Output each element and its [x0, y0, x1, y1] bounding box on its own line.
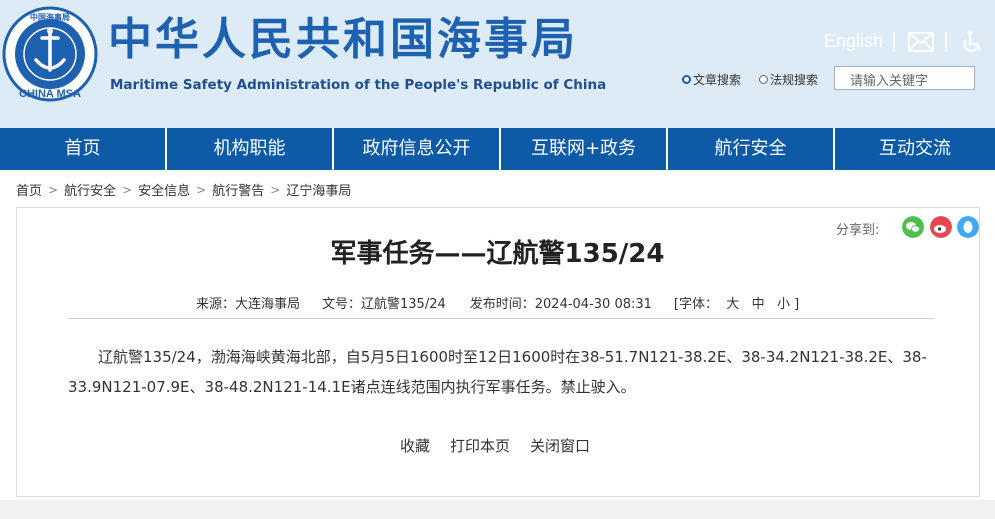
chevron-right-icon: > — [196, 182, 207, 197]
search-input[interactable]: 请输入关键字 — [834, 66, 975, 90]
nav-internet-gov[interactable]: 互联网+政务 — [501, 128, 668, 170]
article-source: 来源：大连海事局 — [196, 297, 301, 312]
article-paragraph: 辽航警135/24，渤海海峡黄海北部，自5月5日1600时至12日1600时在3… — [68, 348, 927, 396]
breadcrumb-item[interactable]: 航行安全 — [64, 180, 116, 199]
close-window-button[interactable]: 关闭窗口 — [530, 435, 590, 456]
chevron-right-icon: > — [122, 182, 133, 197]
site-header: 中国海事局 CHINA MSA 中华人民共和国海事局 Maritime Safe… — [0, 0, 995, 128]
divider — [945, 31, 947, 51]
divider — [68, 318, 934, 319]
footer-strip — [0, 500, 995, 519]
breadcrumb-item[interactable]: 航行警告 — [212, 180, 264, 199]
divider — [893, 31, 895, 51]
nav-interaction[interactable]: 互动交流 — [835, 128, 995, 170]
article-body: 辽航警135/24，渤海海峡黄海北部，自5月5日1600时至12日1600时在3… — [68, 342, 948, 402]
site-title-en: Maritime Safety Administration of the Pe… — [110, 77, 607, 93]
article-publish-time: 发布时间：2024-04-30 08:31 — [469, 297, 652, 312]
search-option-label: 文章搜索 — [693, 73, 742, 87]
breadcrumb-item[interactable]: 安全信息 — [138, 180, 190, 199]
breadcrumb-item[interactable]: 辽宁海事局 — [286, 180, 351, 199]
radio-icon[interactable] — [759, 75, 768, 84]
article-meta: 来源：大连海事局 文号：辽航警135/24 发布时间：2024-04-30 08… — [196, 293, 799, 312]
nav-gov-info[interactable]: 政府信息公开 — [334, 128, 501, 170]
article-actions: 收藏 打印本页 关闭窗口 — [400, 435, 610, 456]
chevron-right-icon: > — [270, 182, 281, 197]
search-option-article[interactable]: 文章搜索 — [682, 71, 741, 88]
chevron-right-icon: > — [48, 182, 59, 197]
site-title-cn: 中华人民共和国海事局 — [108, 14, 578, 65]
font-size-control[interactable]: [字体： 大 中 小 ] — [674, 293, 799, 312]
english-link[interactable]: English — [824, 31, 883, 52]
main-nav: 首页 机构职能 政府信息公开 互联网+政务 航行安全 互动交流 — [0, 128, 995, 170]
nav-home[interactable]: 首页 — [0, 128, 167, 170]
favorite-button[interactable]: 收藏 — [400, 435, 430, 456]
breadcrumb-item[interactable]: 首页 — [16, 180, 42, 199]
logo-top-text: 中国海事局 — [30, 12, 70, 22]
search-option-label: 法规搜索 — [770, 73, 819, 87]
logo-text: CHINA MSA — [19, 88, 81, 100]
radio-icon[interactable] — [682, 75, 691, 84]
print-button[interactable]: 打印本页 — [450, 435, 510, 456]
breadcrumb: 首页 > 航行安全 > 安全信息 > 航行警告 > 辽宁海事局 — [16, 180, 351, 200]
nav-navigation-safety[interactable]: 航行安全 — [668, 128, 835, 170]
article-title: 军事任务——辽航警135/24 — [330, 239, 665, 269]
search-option-law[interactable]: 法规搜索 — [759, 71, 818, 88]
article-doc-no: 文号：辽航警135/24 — [322, 297, 446, 312]
msa-logo[interactable]: 中国海事局 CHINA MSA — [2, 6, 98, 102]
mail-icon[interactable] — [908, 32, 934, 52]
accessibility-icon[interactable] — [960, 30, 984, 54]
nav-functions[interactable]: 机构职能 — [167, 128, 334, 170]
